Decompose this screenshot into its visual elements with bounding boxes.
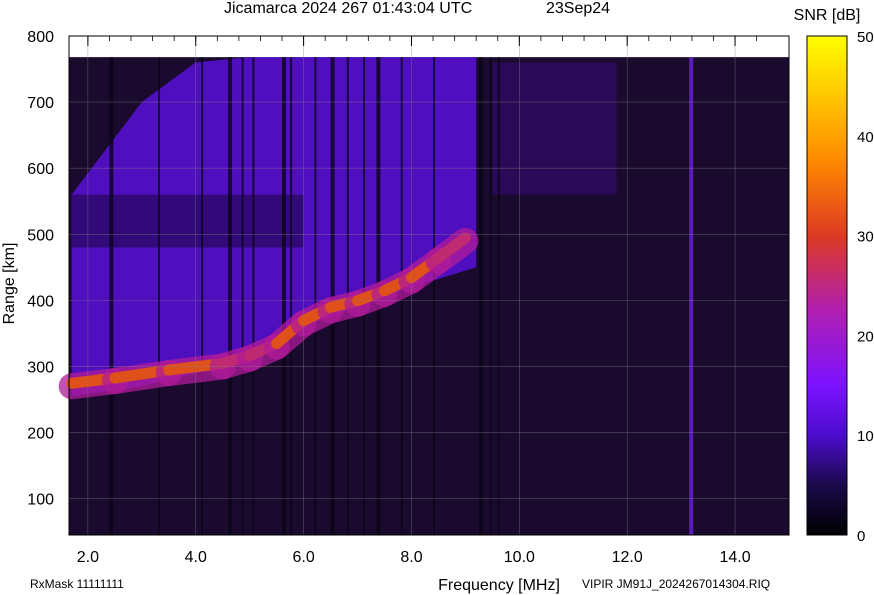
colorbar-tick-label: 0 — [857, 528, 865, 545]
y-tick-label: 700 — [27, 95, 54, 112]
interference-line — [497, 57, 500, 536]
x-tick-label: 2.0 — [77, 549, 99, 566]
weak-echo-patch — [492, 62, 617, 195]
colorbar-tick-label: 40 — [857, 129, 874, 146]
x-tick-label: 10.0 — [504, 549, 535, 566]
colorbar-tick-label: 20 — [857, 328, 874, 345]
chart-date: 23Sep24 — [546, 0, 611, 17]
interference-line — [201, 57, 204, 536]
interference-line — [282, 57, 286, 536]
interference-line — [158, 57, 160, 536]
x-tick-label: 12.0 — [612, 549, 643, 566]
colorbar-tick-label: 30 — [857, 229, 874, 246]
footer-left: RxMask 11111111 — [30, 577, 124, 591]
interference-line — [314, 57, 317, 536]
y-tick-label: 200 — [27, 426, 54, 443]
y-tick-label: 300 — [27, 359, 54, 376]
footer-right: VIPIR JM91J_2024267014304.RIQ — [582, 577, 771, 591]
echo-gap-band — [71, 194, 304, 248]
interference-line — [241, 57, 244, 536]
y-axis-label: Range [km] — [1, 243, 18, 325]
interference-line — [109, 57, 114, 536]
interference-line — [478, 57, 483, 536]
x-tick-label: 6.0 — [292, 549, 314, 566]
interference-line — [489, 57, 492, 536]
colorbar: SNR [dB] 0 10 20 30 40 50 — [794, 7, 874, 545]
y-tick-label: 800 — [27, 29, 54, 46]
x-tick-label: 14.0 — [719, 549, 750, 566]
ionogram-chart: 2.0 4.0 6.0 8.0 10.0 12.0 14.01002003004005006… — [1, 7, 874, 594]
interference-line — [228, 57, 233, 536]
interference-line — [689, 57, 694, 536]
colorbar-label: SNR [dB] — [794, 7, 861, 24]
colorbar-tick-label: 10 — [857, 428, 874, 445]
interference-line — [252, 57, 255, 536]
x-axis-label: Frequency [MHz] — [438, 577, 560, 594]
y-tick-label: 100 — [27, 492, 54, 509]
y-tick-label: 500 — [27, 227, 54, 244]
interference-line — [290, 57, 293, 536]
interference-line — [433, 57, 435, 536]
y-tick-label: 600 — [27, 161, 54, 178]
y-tick-label: 400 — [27, 293, 54, 310]
chart-title: Jicamarca 2024 267 01:43:04 UTC — [224, 0, 473, 17]
colorbar-tick-label: 50 — [857, 29, 874, 46]
colorbar-scale — [806, 35, 848, 536]
x-tick-label: 8.0 — [400, 549, 422, 566]
x-tick-label: 4.0 — [185, 549, 207, 566]
